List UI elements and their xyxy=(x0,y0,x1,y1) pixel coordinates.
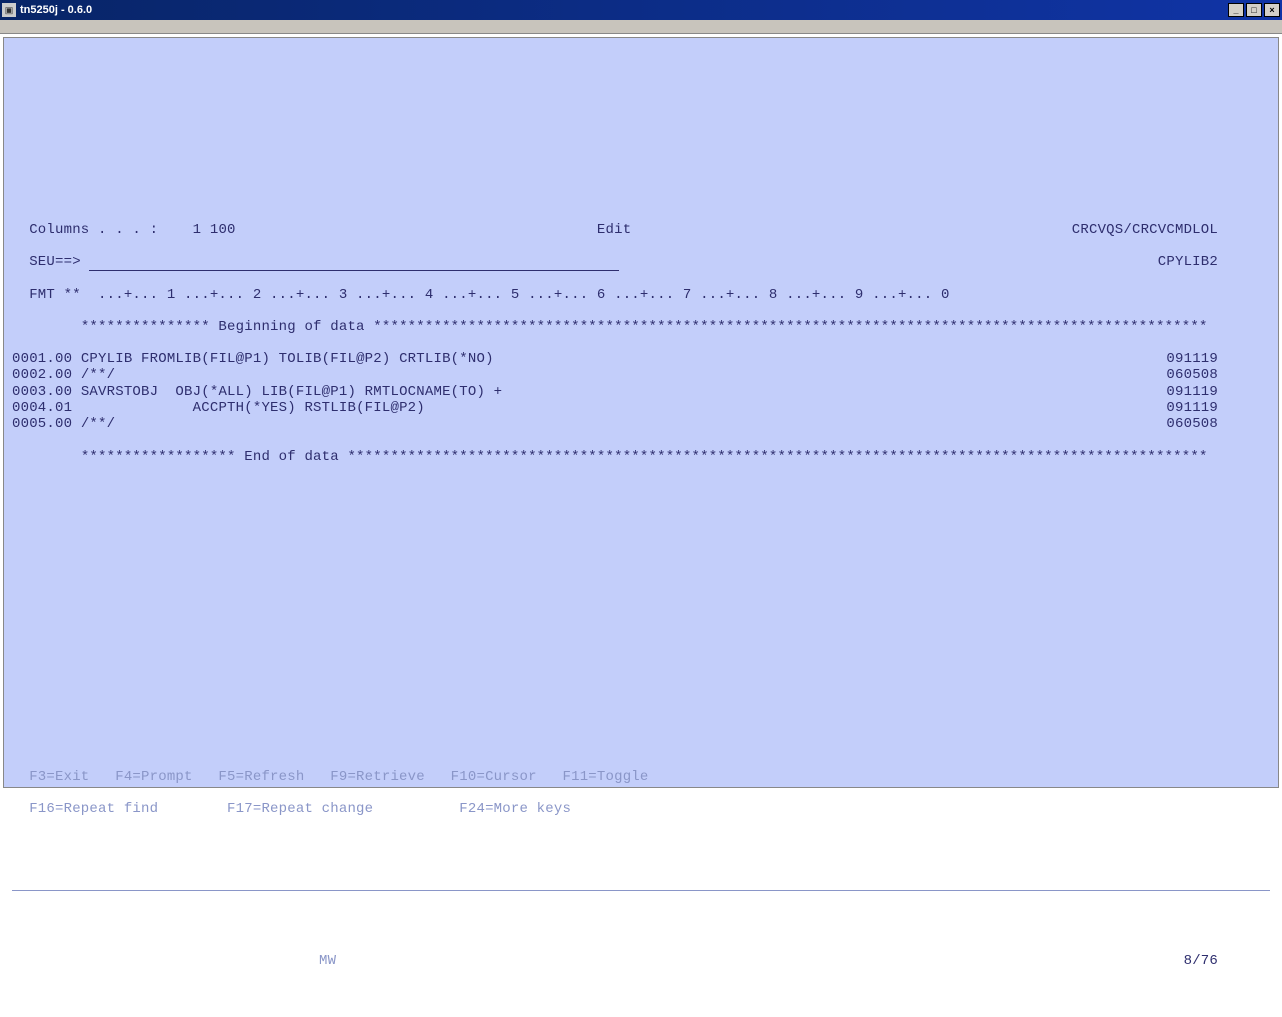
fmt-label: FMT ** xyxy=(29,287,81,303)
change-date: 060508 xyxy=(1166,367,1218,383)
columns-value: 1 100 xyxy=(193,222,236,238)
end-of-data-marker: ****************** End of data *********… xyxy=(81,449,1208,465)
source-line[interactable]: 0002.00 /**/ 060508 xyxy=(12,367,1270,383)
sequence-number[interactable]: 0001.00 xyxy=(12,351,72,367)
menu-bar[interactable] xyxy=(0,20,1282,34)
seu-prompt-label: SEU==> xyxy=(29,254,81,270)
begin-of-data-marker: *************** Beginning of data ******… xyxy=(81,319,1208,335)
column-ruler: ...+... 1 ...+... 2 ...+... 3 ...+... 4 … xyxy=(81,287,950,303)
source-text[interactable]: CPYLIB FROMLIB(FIL@P1) TOLIB(FIL@P2) CRT… xyxy=(72,351,493,367)
source-line[interactable]: 0005.00 /**/ 060508 xyxy=(12,416,1270,432)
lib-member-path: CRCVQS/CRCVCMDLOL xyxy=(1072,222,1218,238)
seu-command-input[interactable] xyxy=(89,256,619,271)
sequence-number[interactable]: 0004.01 xyxy=(12,400,72,416)
sequence-number[interactable]: 0002.00 xyxy=(12,367,72,383)
app-icon: ▣ xyxy=(2,3,16,17)
columns-label: Columns . . . : xyxy=(29,222,158,238)
source-line[interactable]: 0001.00 CPYLIB FROMLIB(FIL@P1) TOLIB(FIL… xyxy=(12,351,1270,367)
member-name: CPYLIB2 xyxy=(1158,254,1218,270)
edit-mode: Edit xyxy=(597,222,631,238)
sequence-number[interactable]: 0003.00 xyxy=(12,384,72,400)
source-text[interactable]: /**/ xyxy=(72,367,115,383)
change-date: 091119 xyxy=(1166,384,1218,400)
minimize-button[interactable]: _ xyxy=(1228,3,1244,17)
maximize-button[interactable]: □ xyxy=(1246,3,1262,17)
source-text[interactable]: ACCPTH(*YES) RSTLIB(FIL@P2) xyxy=(72,400,425,416)
fkeys-row-2: F16=Repeat find F17=Repeat change F24=Mo… xyxy=(29,801,571,817)
source-line[interactable]: 0003.00 SAVRSTOBJ OBJ(*ALL) LIB(FIL@P1) … xyxy=(12,384,1270,400)
terminal-screen[interactable]: Columns . . . : 1 100 Edit CRCVQS/CRCVCMD… xyxy=(3,37,1279,788)
fkeys-row-1: F3=Exit F4=Prompt F5=Refresh F9=Retrieve… xyxy=(29,769,648,785)
change-date: 091119 xyxy=(1166,351,1218,367)
source-text[interactable]: SAVRSTOBJ OBJ(*ALL) LIB(FIL@P1) RMTLOCNA… xyxy=(72,384,502,400)
window-title: tn5250j - 0.6.0 xyxy=(20,4,1228,16)
close-button[interactable]: × xyxy=(1264,3,1280,17)
status-indicator: MW xyxy=(319,953,336,969)
source-text[interactable]: /**/ xyxy=(72,416,115,432)
cursor-position: 8/76 xyxy=(1184,953,1218,969)
sequence-number[interactable]: 0005.00 xyxy=(12,416,72,432)
change-date: 060508 xyxy=(1166,416,1218,432)
source-line[interactable]: 0004.01 ACCPTH(*YES) RSTLIB(FIL@P2) 09111… xyxy=(12,400,1270,416)
window-titlebar: ▣ tn5250j - 0.6.0 _ □ × xyxy=(0,0,1282,20)
change-date: 091119 xyxy=(1166,400,1218,416)
